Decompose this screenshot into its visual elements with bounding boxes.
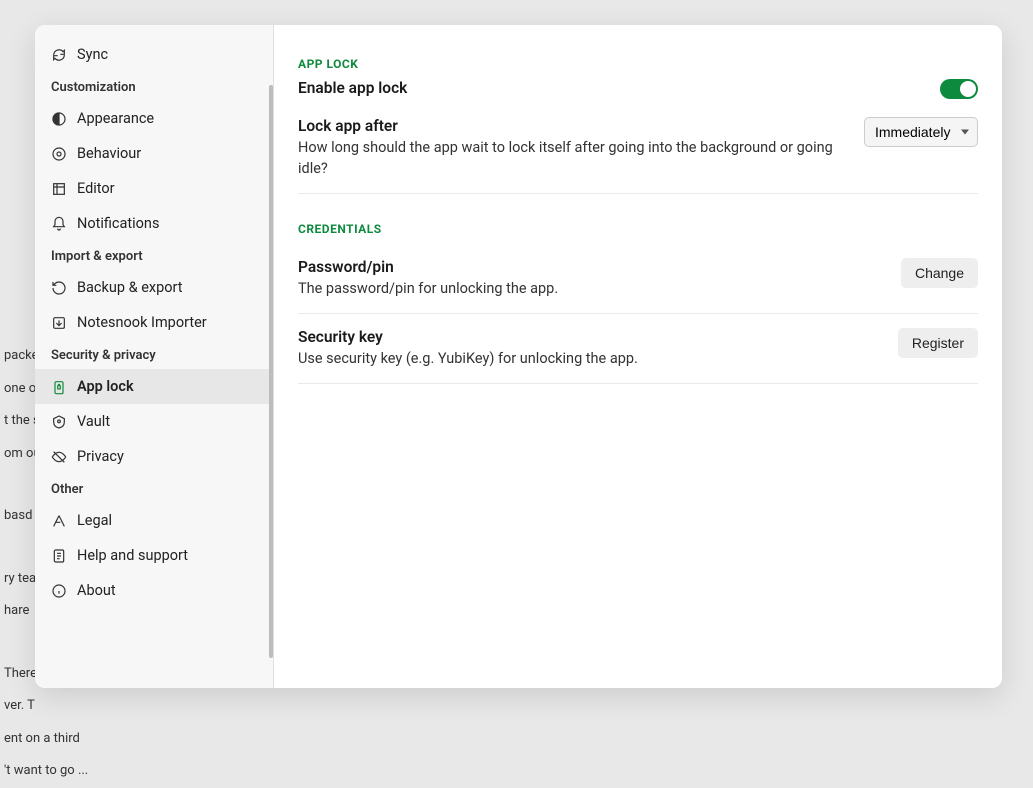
sidebar-item-label: Privacy	[77, 448, 124, 465]
sync-icon	[51, 47, 67, 63]
help-icon	[51, 548, 67, 564]
lock-after-select[interactable]: Immediately	[864, 117, 978, 147]
group-label: CREDENTIALS	[298, 222, 978, 236]
sidebar-item-label: App lock	[77, 378, 134, 395]
sidebar-item-backup-export[interactable]: Backup & export	[35, 270, 273, 305]
sidebar-item-appearance[interactable]: Appearance	[35, 101, 273, 136]
toggle-knob	[960, 81, 976, 97]
legal-icon	[51, 513, 67, 529]
sidebar-item-privacy[interactable]: Privacy	[35, 439, 273, 474]
sidebar-item-editor[interactable]: Editor	[35, 171, 273, 206]
privacy-icon	[51, 449, 67, 465]
setting-title: Enable app lock	[298, 79, 407, 97]
sidebar-item-label: Backup & export	[77, 279, 183, 296]
setting-row: Security key Use security key (e.g. YubiK…	[298, 314, 978, 384]
backup-icon	[51, 280, 67, 296]
setting-text: Security key Use security key (e.g. YubiK…	[298, 328, 638, 369]
setting-row: Lock app after How long should the app wa…	[298, 103, 978, 194]
sidebar-section-header: Other	[35, 474, 273, 503]
sidebar-item-behaviour[interactable]: Behaviour	[35, 136, 273, 171]
sidebar-item-legal[interactable]: Legal	[35, 503, 273, 538]
editor-icon	[51, 181, 67, 197]
sidebar-item-app-lock[interactable]: App lock	[35, 369, 273, 404]
group-label: APP LOCK	[298, 57, 978, 71]
applock-icon	[51, 379, 67, 395]
register-button[interactable]: Register	[898, 328, 978, 358]
sidebar-item-label: Sync	[77, 46, 108, 63]
sidebar-item-label: Vault	[77, 413, 110, 430]
sidebar-item-vault[interactable]: Vault	[35, 404, 273, 439]
setting-row: Password/pin The password/pin for unlocki…	[298, 244, 978, 314]
sidebar-item-label: Editor	[77, 180, 115, 197]
setting-text: Password/pin The password/pin for unlocki…	[298, 258, 558, 299]
setting-text: Enable app lock	[298, 79, 407, 99]
change-button[interactable]: Change	[901, 258, 978, 288]
select-wrap: Immediately	[864, 117, 978, 147]
sidebar-item-label: Behaviour	[77, 145, 141, 162]
sidebar-item-notifications[interactable]: Notifications	[35, 206, 273, 241]
setting-text: Lock app after How long should the app wa…	[298, 117, 864, 179]
sidebar-item-help-and-support[interactable]: Help and support	[35, 538, 273, 573]
sidebar-item-sync[interactable]: Sync	[35, 37, 273, 72]
settings-content: APP LOCK Enable app lock Lock app after How…	[274, 25, 1002, 688]
sidebar-item-notesnook-importer[interactable]: Notesnook Importer	[35, 305, 273, 340]
behaviour-icon	[51, 146, 67, 162]
setting-title: Password/pin	[298, 258, 558, 276]
sidebar-section-header: Import & export	[35, 241, 273, 270]
setting-description: The password/pin for unlocking the app.	[298, 278, 558, 299]
sidebar-item-label: Legal	[77, 512, 112, 529]
scrollbar[interactable]	[269, 85, 273, 658]
appearance-icon	[51, 111, 67, 127]
notifications-icon	[51, 216, 67, 232]
setting-row: Enable app lock	[298, 79, 978, 103]
vault-icon	[51, 414, 67, 430]
sidebar-section-header: Security & privacy	[35, 340, 273, 369]
setting-title: Lock app after	[298, 117, 864, 135]
sidebar-item-label: Notifications	[77, 215, 159, 232]
setting-description: Use security key (e.g. YubiKey) for unlo…	[298, 348, 638, 369]
about-icon	[51, 583, 67, 599]
sidebar-item-label: Notesnook Importer	[77, 314, 207, 331]
setting-title: Security key	[298, 328, 638, 346]
toggle-switch[interactable]	[940, 79, 978, 99]
sidebar-section-header: Customization	[35, 72, 273, 101]
sidebar-item-label: About	[77, 582, 116, 599]
importer-icon	[51, 315, 67, 331]
sidebar-item-label: Appearance	[77, 110, 154, 127]
setting-description: How long should the app wait to lock its…	[298, 137, 864, 179]
settings-modal: Sync Customization Appearance Behaviour Edit…	[35, 25, 1002, 688]
sidebar-item-about[interactable]: About	[35, 573, 273, 608]
sidebar-item-label: Help and support	[77, 547, 188, 564]
settings-sidebar: Sync Customization Appearance Behaviour Edit…	[35, 25, 274, 688]
settings-group: CREDENTIALS Password/pin The password/pin …	[298, 222, 978, 384]
settings-group: APP LOCK Enable app lock Lock app after How…	[298, 57, 978, 194]
